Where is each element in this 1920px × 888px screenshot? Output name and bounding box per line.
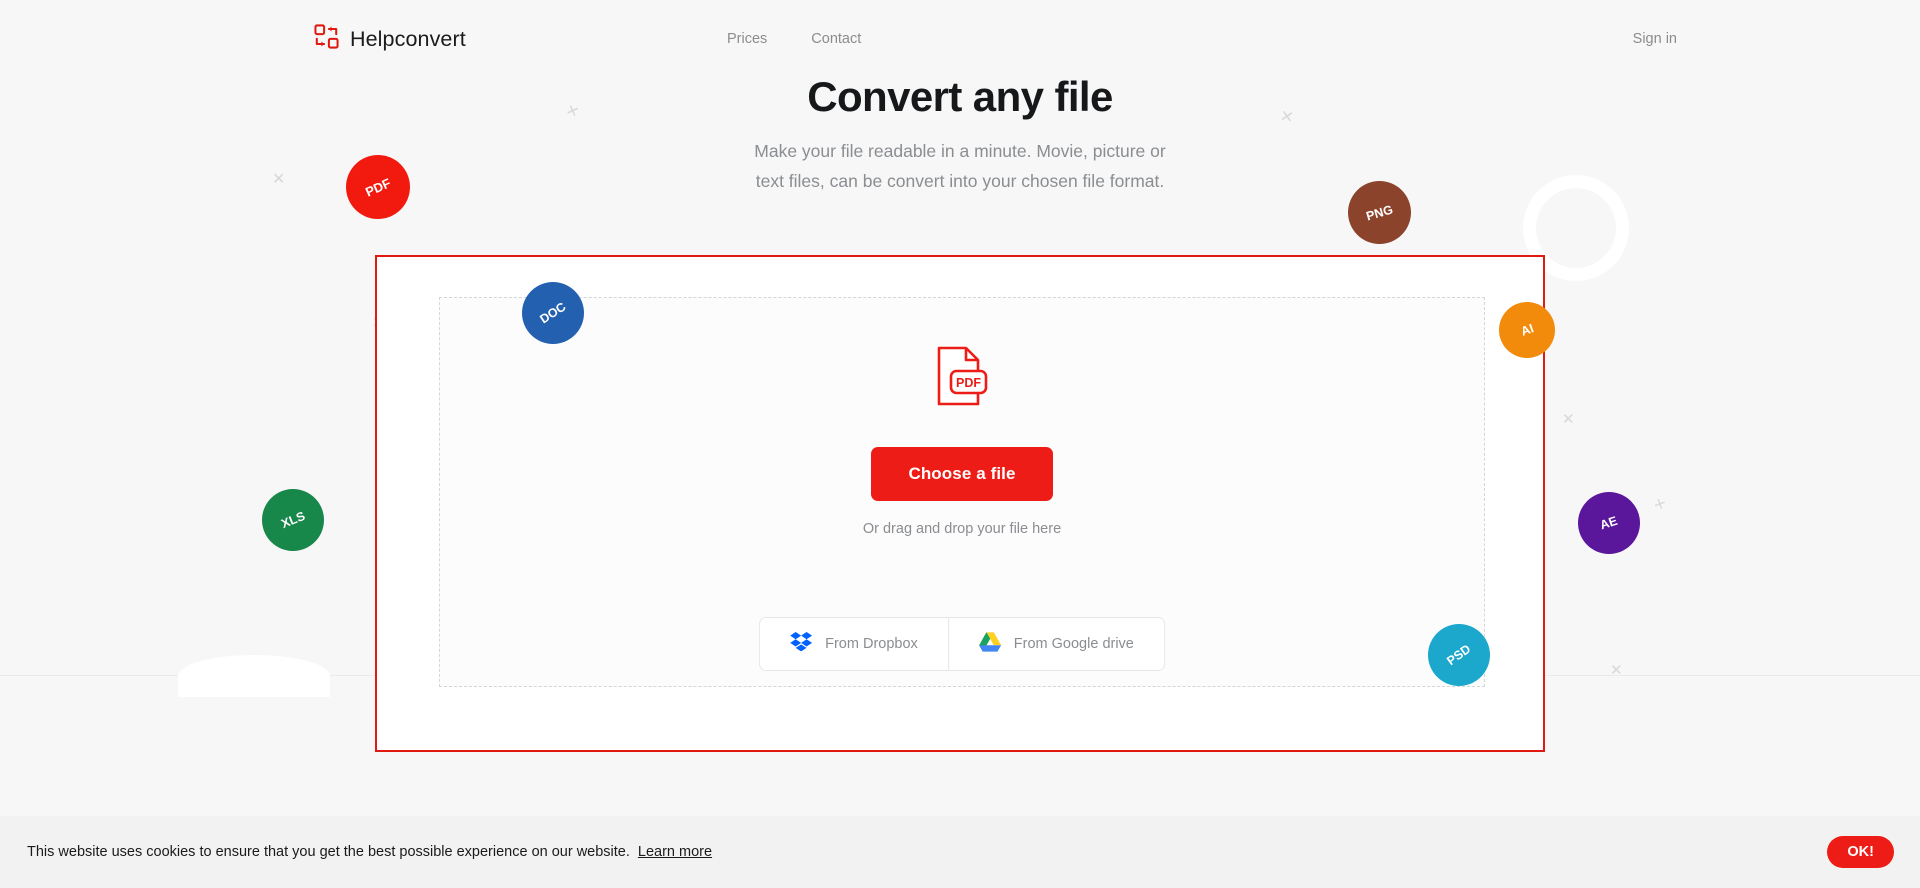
format-badge-label: XLS [279,508,307,532]
dropbox-icon [790,632,813,656]
nav-contact[interactable]: Contact [811,31,861,47]
format-badge-label: PNG [1364,202,1395,223]
drag-drop-hint: Or drag and drop your file here [862,521,1062,537]
signin-link[interactable]: Sign in [1633,31,1677,47]
cookie-message: This website uses cookies to ensure that… [27,844,630,860]
from-dropbox-label: From Dropbox [825,636,918,652]
format-badge-ae: AE [1578,492,1640,554]
pdf-file-icon: PDF [936,345,988,412]
cookie-message-wrap: This website uses cookies to ensure that… [27,844,712,860]
convert-logo-icon [314,24,339,54]
file-dropzone[interactable]: PDF Choose a file Or drag and drop your … [439,297,1485,687]
nav-prices[interactable]: Prices [727,31,767,47]
format-badge-label: AE [1598,513,1620,533]
format-badge-pdf: PDF [346,155,410,219]
format-badge-label: DOC [537,299,569,327]
format-badge-png: PNG [1348,181,1411,244]
site-header: Helpconvert Prices Contact Sign in [0,0,1920,78]
landing-page: ✕✕✕✕✕✕✕✕ Helpconvert Prices Contact Sign… [0,0,1920,888]
format-badge-label: PDF [363,174,393,200]
format-badge-label: AI [1518,321,1536,339]
choose-file-button[interactable]: Choose a file [871,447,1053,501]
from-google-drive-label: From Google drive [1013,636,1134,652]
brand[interactable]: Helpconvert [314,24,466,54]
brand-name: Helpconvert [350,26,466,51]
cookie-accept-button[interactable]: OK! [1827,836,1894,868]
google-drive-icon [978,632,1001,656]
decor-hill [178,655,330,697]
svg-text:PDF: PDF [956,376,981,390]
format-badge-ai: AI [1499,302,1555,358]
sparkle-icon: ✕ [1562,411,1575,428]
sparkle-icon: ✕ [1651,494,1669,514]
main-nav: Prices Contact [727,31,861,47]
hero-section: Convert any file Make your file readable… [0,72,1920,196]
cookie-learn-more-link[interactable]: Learn more [638,844,712,860]
hero-subtitle: Make your file readable in a minute. Mov… [754,140,1166,191]
cloud-source-group: From Dropbox From Google drive [759,617,1165,671]
from-google-drive-button[interactable]: From Google drive [947,618,1164,670]
page-title: Convert any file [807,73,1113,120]
from-dropbox-button[interactable]: From Dropbox [760,618,948,670]
sparkle-icon: ✕ [1610,662,1623,679]
format-badge-psd: PSD [1428,624,1490,686]
format-badge-xls: XLS [262,489,324,551]
format-badge-doc: DOC [522,282,584,344]
format-badge-label: PSD [1444,641,1474,669]
cookie-consent-bar: This website uses cookies to ensure that… [0,816,1920,888]
